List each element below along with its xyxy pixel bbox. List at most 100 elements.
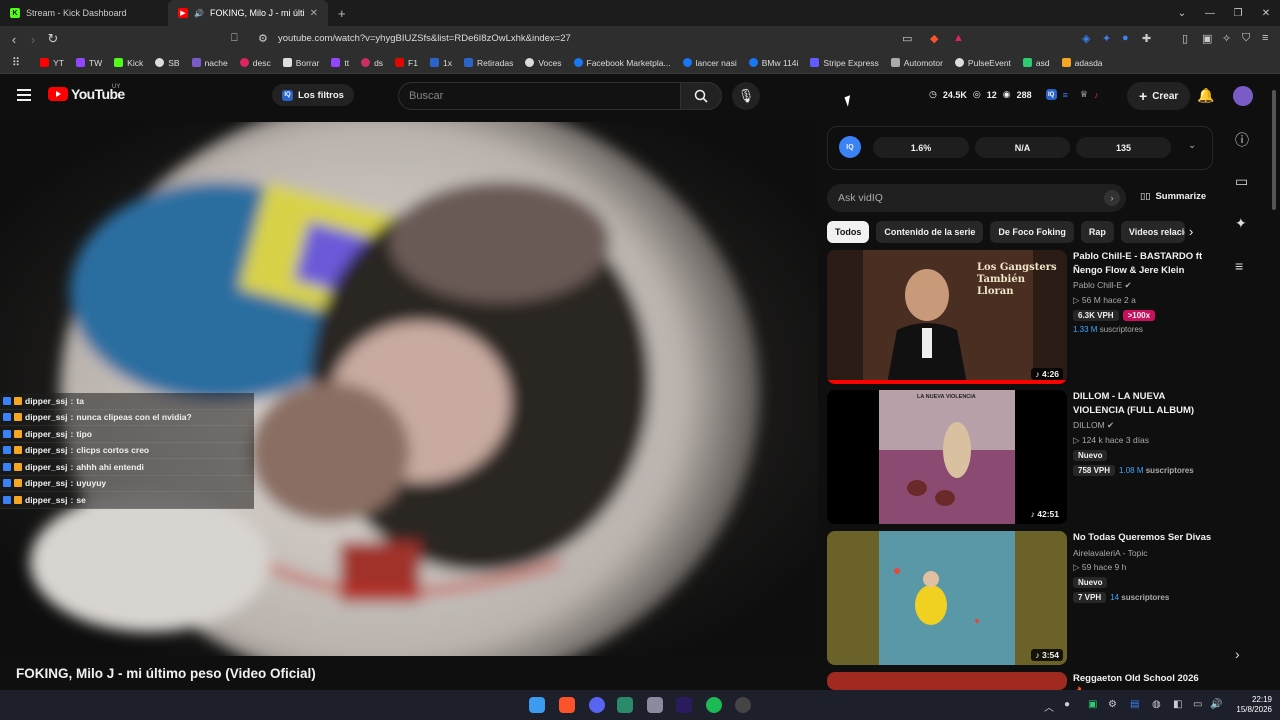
search-button[interactable] (680, 82, 722, 110)
chip-relacionados[interactable]: Videos relacio (1120, 221, 1185, 243)
ask-vidiq-input[interactable]: Ask vidIQ › (827, 184, 1126, 212)
info-icon[interactable]: ⓘ (1235, 130, 1249, 150)
channel-name[interactable]: AirelavaleriA - Topic (1073, 548, 1213, 558)
maximize-icon[interactable]: ❐ (1224, 8, 1252, 19)
list-icon[interactable]: ≡ (1063, 90, 1068, 100)
card-title[interactable]: No Todas Queremos Ser Divas (1073, 531, 1213, 545)
trophy-icon[interactable]: ♕ (1080, 89, 1088, 100)
voice-search-button[interactable]: 🎙 (732, 82, 760, 110)
chip-todos[interactable]: Todos (827, 221, 870, 243)
vidiq-metric[interactable]: N/A (975, 137, 1070, 158)
extension-icon[interactable]: ✦ (1102, 32, 1111, 45)
url-field[interactable]: youtube.com/watch?v=yhygBIUZSfs&list=RDe… (278, 33, 571, 44)
tray-icon[interactable]: ◍ (1152, 699, 1161, 710)
close-window-icon[interactable]: ✕ (1252, 8, 1280, 19)
back-icon[interactable]: ‹ (4, 32, 24, 47)
channel-name[interactable]: Pablo Chill-E ✔ (1073, 280, 1213, 291)
extensions-puzzle-icon[interactable]: ✚ (1142, 32, 1151, 45)
bookmark-lancer[interactable]: lancer nasi (677, 58, 743, 68)
chevron-down-icon[interactable]: ⌄ (1188, 140, 1196, 151)
vidiq-metric[interactable]: 135 (1076, 137, 1171, 158)
sidebar-toggle-icon[interactable]: ▯ (1182, 32, 1188, 45)
create-button[interactable]: + Crear (1127, 82, 1191, 110)
bookmark-borrar[interactable]: Borrar (277, 58, 326, 68)
list-icon[interactable]: ≡ (1235, 258, 1243, 274)
vidiq-logo[interactable]: IQ (839, 136, 861, 158)
notifications-icon[interactable]: 🔔 (1197, 87, 1214, 104)
app-icon[interactable] (647, 697, 663, 713)
bookmark-tt[interactable]: tt (325, 58, 355, 68)
bookmark-tw[interactable]: TW (70, 58, 108, 68)
avatar[interactable] (1233, 86, 1253, 106)
brave-shield-icon[interactable]: ◆ (930, 32, 938, 45)
extension-icon[interactable]: ● (1122, 32, 1129, 44)
premiere-icon[interactable] (676, 697, 692, 713)
cast-icon[interactable]: ▭ (902, 32, 912, 45)
tray-icon[interactable]: ▤ (1130, 699, 1139, 710)
bookmark-sb[interactable]: SB (149, 58, 185, 68)
bookmark-retiradas[interactable]: Retiradas (458, 58, 519, 68)
scrollbar[interactable] (1272, 90, 1276, 210)
tab-search-icon[interactable]: ⌄ (1168, 8, 1196, 19)
windows-start-icon[interactable] (529, 697, 545, 713)
apps-icon[interactable]: ⠿ (6, 56, 34, 69)
chevron-right-icon[interactable]: › (1235, 646, 1240, 662)
chevron-right-icon[interactable]: › (1189, 224, 1193, 239)
thumbnail[interactable]: Los Gangsters También Lloran ♪ 4:26 (827, 250, 1067, 384)
tray-icon[interactable]: ◧ (1173, 699, 1182, 710)
reload-icon[interactable]: ↻ (43, 31, 63, 47)
comments-icon[interactable]: ▭ (1235, 173, 1248, 190)
bookmark-1x[interactable]: 1x (424, 58, 458, 68)
summarize-button[interactable]: ▯▯ Summarize (1140, 191, 1206, 202)
sparkle-icon[interactable]: ✦ (1235, 215, 1247, 232)
bookmark-asd[interactable]: asd (1017, 58, 1056, 68)
bookmark-adasda[interactable]: adasda (1056, 58, 1109, 68)
bookmark-marketplace[interactable]: Facebook Marketpla... (568, 58, 677, 68)
chip-serie[interactable]: Contenido de la serie (876, 221, 984, 243)
chip-rap[interactable]: Rap (1080, 221, 1114, 243)
bookmark-icon[interactable]: ⎕ (231, 32, 238, 45)
volume-icon[interactable]: 🔊 (1210, 699, 1222, 710)
thumbnail[interactable] (827, 672, 1067, 690)
spotify-icon[interactable] (706, 697, 722, 713)
bookmark-yt[interactable]: YT (34, 58, 70, 68)
card-title[interactable]: Pablo Chill-E - BASTARDO ft Ñengo Flow &… (1073, 250, 1213, 277)
bookmark-automotor[interactable]: Automotor (885, 58, 949, 68)
minimize-icon[interactable]: — (1196, 8, 1224, 19)
menu-icon[interactable]: ≡ (1262, 32, 1268, 44)
discord-tray-icon[interactable]: ● (1064, 699, 1070, 710)
tray-icon[interactable]: ▣ (1088, 699, 1097, 710)
tray-chevron-icon[interactable]: ︿ (1044, 699, 1054, 714)
recommendation-card[interactable]: Reggaeton Old School 2026 🔥 (827, 672, 1219, 690)
terminal-icon[interactable] (617, 697, 633, 713)
video-player[interactable] (0, 122, 818, 656)
brave-icon[interactable] (559, 697, 575, 713)
speaker-icon[interactable]: 🔊 (194, 9, 204, 18)
card-title[interactable]: DILLOM - LA NUEVA VIOLENCIA (FULL ALBUM) (1073, 390, 1213, 417)
ai-icon[interactable]: ✧ (1222, 32, 1231, 45)
new-tab-button[interactable]: + (328, 6, 356, 21)
vidiq-icon[interactable]: IQ (1045, 89, 1057, 100)
bookmark-voces[interactable]: Voces (519, 58, 567, 68)
send-arrow-icon[interactable]: › (1104, 190, 1120, 206)
browser-tab-kick[interactable]: K Stream - Kick Dashboard (0, 0, 168, 26)
thumbnail[interactable]: LA NUEVA VIOLENCIA ♪ 42:51 (827, 390, 1067, 524)
discord-icon[interactable] (589, 697, 605, 713)
network-icon[interactable]: ▭ (1193, 699, 1202, 710)
forward-icon[interactable]: › (23, 32, 43, 47)
channel-name[interactable]: DILLOM ✔ (1073, 420, 1213, 431)
site-settings-icon[interactable]: ⚙ (258, 32, 268, 45)
obs-icon[interactable] (735, 697, 751, 713)
bookmark-nache[interactable]: nache (186, 58, 234, 68)
chip-foco[interactable]: De Foco Foking (990, 221, 1074, 243)
bookmark-bmw[interactable]: BMw 114i (743, 58, 805, 68)
bookmark-f1[interactable]: F1 (389, 58, 424, 68)
settings-tray-icon[interactable]: ⚙ (1108, 699, 1117, 710)
youtube-logo[interactable]: YouTube UY (48, 84, 125, 102)
card-title[interactable]: Reggaeton Old School 2026 🔥 (1073, 672, 1213, 690)
vpn-icon[interactable]: ⛉ (1242, 32, 1250, 45)
clock[interactable]: 22:19 15/8/2026 (1236, 695, 1272, 715)
bookmark-ds[interactable]: ds (355, 58, 389, 68)
filters-button[interactable]: IQ Los filtros (272, 84, 354, 106)
brave-rewards-icon[interactable]: ▲ (953, 32, 964, 44)
